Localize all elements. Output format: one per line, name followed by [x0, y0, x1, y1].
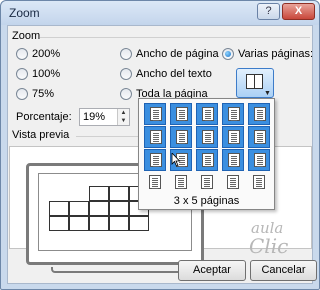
radio-many-pages-button[interactable]	[222, 48, 234, 60]
pages-picker-cell[interactable]	[196, 149, 218, 171]
radio-100-button[interactable]	[16, 68, 28, 80]
preview-page-thumb	[49, 216, 69, 231]
page-icon	[202, 153, 214, 167]
page-icon	[150, 153, 162, 167]
page-icon	[201, 175, 213, 189]
radio-text-width[interactable]: Ancho del texto	[120, 68, 212, 80]
radio-75-button[interactable]	[16, 88, 28, 100]
pages-picker-cell[interactable]	[170, 172, 192, 194]
pages-picker-cell[interactable]	[170, 126, 192, 148]
radio-whole-page-button[interactable]	[120, 88, 132, 100]
pages-picker-cell[interactable]	[248, 149, 270, 171]
preview-page-thumb	[69, 216, 89, 231]
page-icon	[149, 175, 161, 189]
radio-page-width-label: Ancho de página	[136, 48, 219, 60]
pages-picker-cell[interactable]	[196, 172, 218, 194]
radio-75[interactable]: 75%	[16, 88, 54, 100]
preview-page-thumb	[109, 216, 129, 231]
percentage-value[interactable]: 19%	[83, 111, 105, 123]
radio-100-label: 100%	[32, 68, 61, 80]
page-icon	[253, 175, 265, 189]
watermark-line2: Clic	[249, 234, 289, 258]
pages-picker-cell[interactable]	[222, 149, 244, 171]
radio-text-width-label: Ancho del texto	[136, 68, 212, 80]
spinner-arrows-icon[interactable]: ▲ ▼	[117, 109, 129, 125]
page-icon	[228, 130, 240, 144]
page-icon	[254, 153, 266, 167]
dropdown-arrow-icon: ▼	[264, 90, 271, 97]
help-button[interactable]: ?	[257, 3, 280, 20]
percentage-spinner[interactable]: 19% ▲ ▼	[79, 108, 130, 126]
radio-200-label: 200%	[32, 48, 61, 60]
pages-picker-cell[interactable]	[196, 103, 218, 125]
pages-picker-cell[interactable]	[248, 103, 270, 125]
page-icon	[150, 130, 162, 144]
pages-picker-cell[interactable]	[144, 149, 166, 171]
preview-page-thumb	[69, 201, 89, 216]
pages-picker-cell[interactable]	[196, 126, 218, 148]
page-icon	[227, 175, 239, 189]
preview-page-thumb	[49, 201, 69, 216]
pages-picker-cell[interactable]	[170, 103, 192, 125]
radio-100[interactable]: 100%	[16, 68, 60, 80]
pages-picker-cell[interactable]	[222, 172, 244, 194]
page-icon	[176, 130, 188, 144]
page-icon	[150, 107, 162, 121]
zoom-group-divider	[40, 37, 310, 38]
preview-page-thumb	[89, 186, 109, 201]
preview-page-thumb	[89, 216, 109, 231]
monitor-stand-icon	[51, 267, 191, 273]
pages-picker-cell[interactable]	[222, 126, 244, 148]
page-icon	[175, 175, 187, 189]
preview-label: Vista previa	[12, 129, 70, 141]
title-bar[interactable]: Zoom ? X	[1, 1, 319, 25]
page-icon	[228, 153, 240, 167]
cancel-button[interactable]: Cancelar	[250, 260, 317, 281]
close-button[interactable]: X	[282, 3, 315, 20]
page-icon	[202, 130, 214, 144]
pages-picker-cell[interactable]	[222, 103, 244, 125]
pages-picker-cell[interactable]	[144, 103, 166, 125]
percentage-label: Porcentaje:	[16, 111, 72, 123]
pages-icon	[246, 74, 263, 89]
zoom-group-label: Zoom	[12, 30, 41, 42]
radio-200-button[interactable]	[16, 48, 28, 60]
page-icon	[176, 107, 188, 121]
radio-many-pages-label: Varias páginas:	[238, 48, 314, 60]
preview-page-thumb	[89, 201, 109, 216]
many-pages-button[interactable]: ▼	[236, 68, 274, 98]
radio-text-width-button[interactable]	[120, 68, 132, 80]
pages-picker-cell[interactable]	[144, 172, 166, 194]
radio-page-width-button[interactable]	[120, 48, 132, 60]
preview-page-thumb	[129, 216, 149, 231]
radio-200[interactable]: 200%	[16, 48, 60, 60]
page-icon	[228, 107, 240, 121]
dialog-title: Zoom	[9, 6, 40, 20]
preview-divider	[76, 136, 138, 137]
pages-picker-cell[interactable]	[144, 126, 166, 148]
page-icon	[254, 107, 266, 121]
page-icon	[254, 130, 266, 144]
accept-button[interactable]: Aceptar	[178, 260, 246, 281]
pages-picker-popup: 3 x 5 páginas	[138, 98, 275, 210]
preview-page-thumb	[109, 201, 129, 216]
zoom-dialog: Zoom ? X Zoom 200% 100% 75% Ancho de pág…	[0, 0, 320, 290]
page-icon	[202, 107, 214, 121]
radio-many-pages[interactable]: Varias páginas:	[222, 48, 313, 60]
mouse-cursor-icon	[171, 153, 181, 167]
preview-page-thumb	[109, 186, 129, 201]
pages-picker-caption: 3 x 5 páginas	[173, 195, 240, 207]
pages-picker-cell[interactable]	[248, 126, 270, 148]
radio-75-label: 75%	[32, 88, 55, 100]
pages-picker-cell[interactable]	[248, 172, 270, 194]
radio-page-width[interactable]: Ancho de página	[120, 48, 219, 60]
